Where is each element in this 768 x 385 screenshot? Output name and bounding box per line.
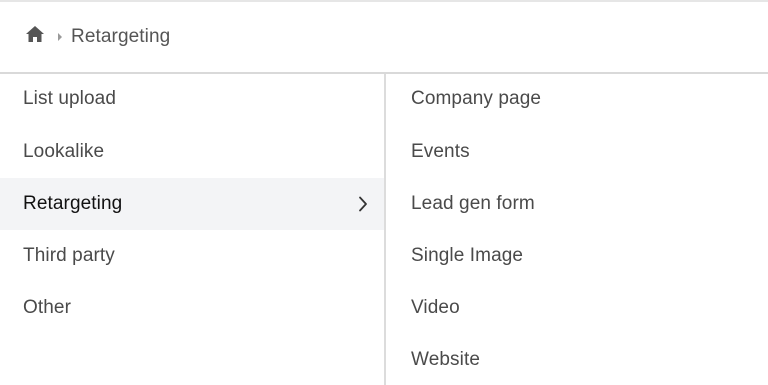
category-label: List upload [23, 88, 117, 109]
source-label: Events [411, 141, 470, 162]
source-label: Lead gen form [411, 193, 535, 214]
source-label: Video [411, 297, 460, 318]
breadcrumb: Retargeting [0, 2, 768, 74]
source-label: Single Image [411, 245, 524, 266]
retargeting-source-list: Company page Events Lead gen form Single… [386, 74, 768, 385]
source-item-lead-gen-form[interactable]: Lead gen form [386, 178, 768, 230]
source-item-single-image[interactable]: Single Image [386, 230, 768, 282]
source-item-website[interactable]: Website [386, 334, 768, 385]
home-icon[interactable] [24, 23, 46, 45]
category-item-lookalike[interactable]: Lookalike [0, 126, 385, 178]
source-label: Website [411, 349, 480, 370]
category-label: Retargeting [23, 193, 123, 214]
source-item-company-page[interactable]: Company page [386, 72, 768, 126]
category-label: Lookalike [23, 141, 105, 162]
category-item-other[interactable]: Other [0, 282, 385, 334]
category-item-list-upload[interactable]: List upload [0, 72, 385, 126]
chevron-right-icon [357, 195, 369, 213]
source-item-video[interactable]: Video [386, 282, 768, 334]
breadcrumb-current: Retargeting [71, 26, 171, 47]
caret-right-icon [55, 30, 65, 44]
category-label: Third party [23, 245, 115, 266]
audience-picker: Retargeting List upload Lookalike Retarg… [0, 0, 768, 385]
category-item-third-party[interactable]: Third party [0, 230, 385, 282]
source-item-events[interactable]: Events [386, 126, 768, 178]
category-item-retargeting[interactable]: Retargeting [0, 178, 385, 230]
source-label: Company page [411, 88, 542, 109]
category-list: List upload Lookalike Retargeting Third … [0, 74, 385, 385]
category-label: Other [23, 297, 72, 318]
